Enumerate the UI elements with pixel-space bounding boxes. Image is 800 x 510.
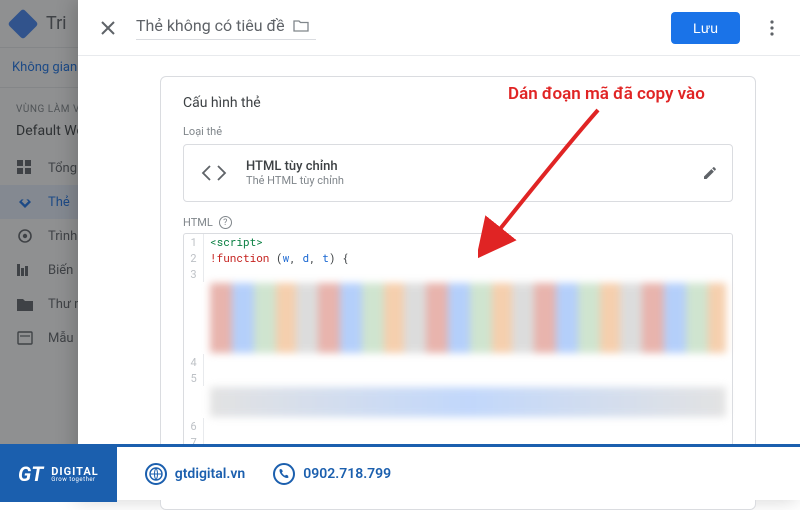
line-number: 5: [184, 370, 204, 386]
html-field-label: HTML ?: [183, 216, 733, 229]
tag-type-name: HTML tùy chỉnh: [246, 159, 686, 174]
save-button[interactable]: Lưu: [671, 12, 740, 44]
code-line: !function (w, d, t) {: [204, 250, 349, 266]
tag-type-sub: Thẻ HTML tùy chỉnh: [246, 174, 686, 187]
phone-info[interactable]: 0902.718.799: [273, 463, 391, 485]
line-number: 6: [184, 418, 204, 434]
brand-footer: GT DIGITAL Grow together gtdigital.vn 09…: [0, 444, 800, 500]
tag-title-field[interactable]: Thẻ không có tiêu đề: [136, 16, 316, 40]
close-button[interactable]: [92, 12, 124, 44]
line-number: 1: [184, 234, 204, 250]
phone-icon: [273, 463, 295, 485]
pencil-icon: [702, 165, 718, 181]
website-text: gtdigital.vn: [175, 466, 245, 482]
tag-type-label: Loại thẻ: [183, 125, 733, 138]
more-menu-button[interactable]: [758, 14, 786, 42]
line-number: 2: [184, 250, 204, 266]
tag-type-selector[interactable]: HTML tùy chỉnh Thẻ HTML tùy chỉnh: [183, 144, 733, 202]
tag-title-text: Thẻ không có tiêu đề: [136, 16, 285, 35]
website-info[interactable]: gtdigital.vn: [145, 463, 245, 485]
blurred-code-region: [210, 283, 726, 353]
code-line: <script>: [204, 234, 263, 250]
panel-body: Cấu hình thẻ Loại thẻ HTML tùy chỉnh Thẻ…: [78, 56, 800, 510]
close-icon: [99, 19, 117, 37]
globe-icon: [145, 463, 167, 485]
html-code-editor[interactable]: 1<script> 2!function (w, d, t) { 3 4 5 6…: [183, 233, 733, 467]
help-icon[interactable]: ?: [219, 216, 232, 229]
edit-tag-type-button[interactable]: [702, 165, 718, 181]
annotation-text: Dán đoạn mã đã copy vào: [508, 84, 705, 104]
more-vert-icon: [770, 20, 774, 36]
blurred-code-region: [210, 387, 726, 417]
line-number: 3: [184, 266, 204, 282]
panel-header: Thẻ không có tiêu đề Lưu: [78, 0, 800, 56]
phone-text: 0902.718.799: [303, 466, 391, 482]
tag-editor-panel: Thẻ không có tiêu đề Lưu Cấu hình thẻ Lo…: [78, 0, 800, 500]
brand-logo: GT DIGITAL Grow together: [0, 446, 117, 502]
line-number: 4: [184, 354, 204, 370]
folder-outline-icon: [293, 18, 309, 32]
code-brackets-icon: [198, 157, 230, 189]
